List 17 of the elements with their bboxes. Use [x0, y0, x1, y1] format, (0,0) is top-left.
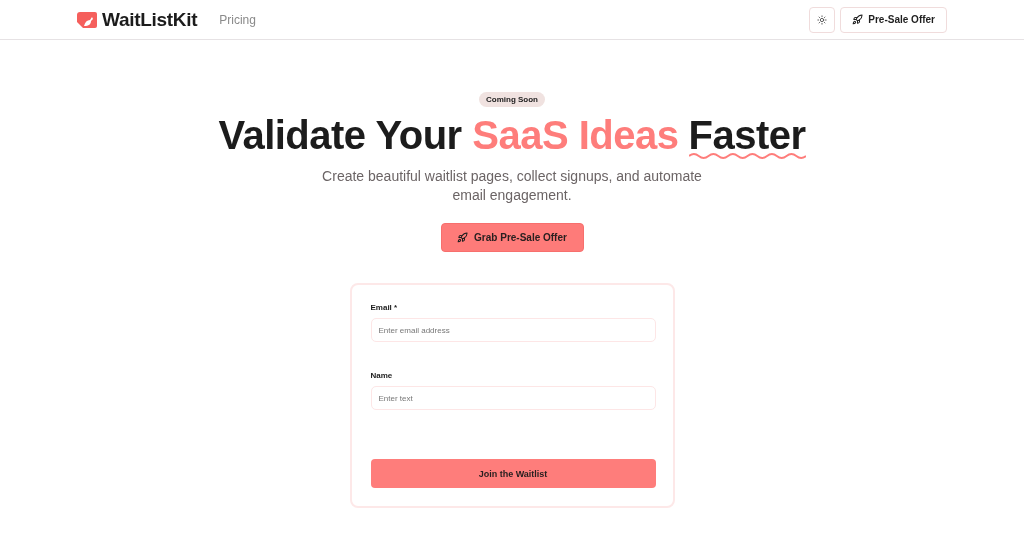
rocket-icon — [852, 14, 864, 25]
input-field[interactable]: Enter text — [370, 386, 656, 410]
input-field[interactable]: Enter email address — [370, 318, 656, 342]
headline: Validate Your SaaS Ideas Faster — [218, 111, 806, 159]
theme-toggle-button[interactable] — [809, 6, 836, 33]
status-badge: Coming Soon — [479, 92, 545, 107]
field-label: Email * — [370, 303, 399, 312]
sun-icon — [817, 14, 828, 25]
rocket-icon — [457, 232, 469, 243]
pre-sale-button[interactable]: Pre-Sale Offer — [840, 6, 947, 33]
field-label: Name — [370, 371, 394, 380]
cta-button[interactable]: Grab Pre-Sale Offer — [440, 223, 584, 252]
subtitle: Create beautiful waitlist pages, collect signups, and automate email engagement. — [321, 167, 703, 205]
submit-button[interactable]: Join the Waitlist — [370, 459, 656, 488]
nav-link[interactable]: Pricing — [219, 12, 256, 27]
logo-icon — [77, 11, 97, 28]
brand-name: WaitListKit — [102, 8, 198, 31]
